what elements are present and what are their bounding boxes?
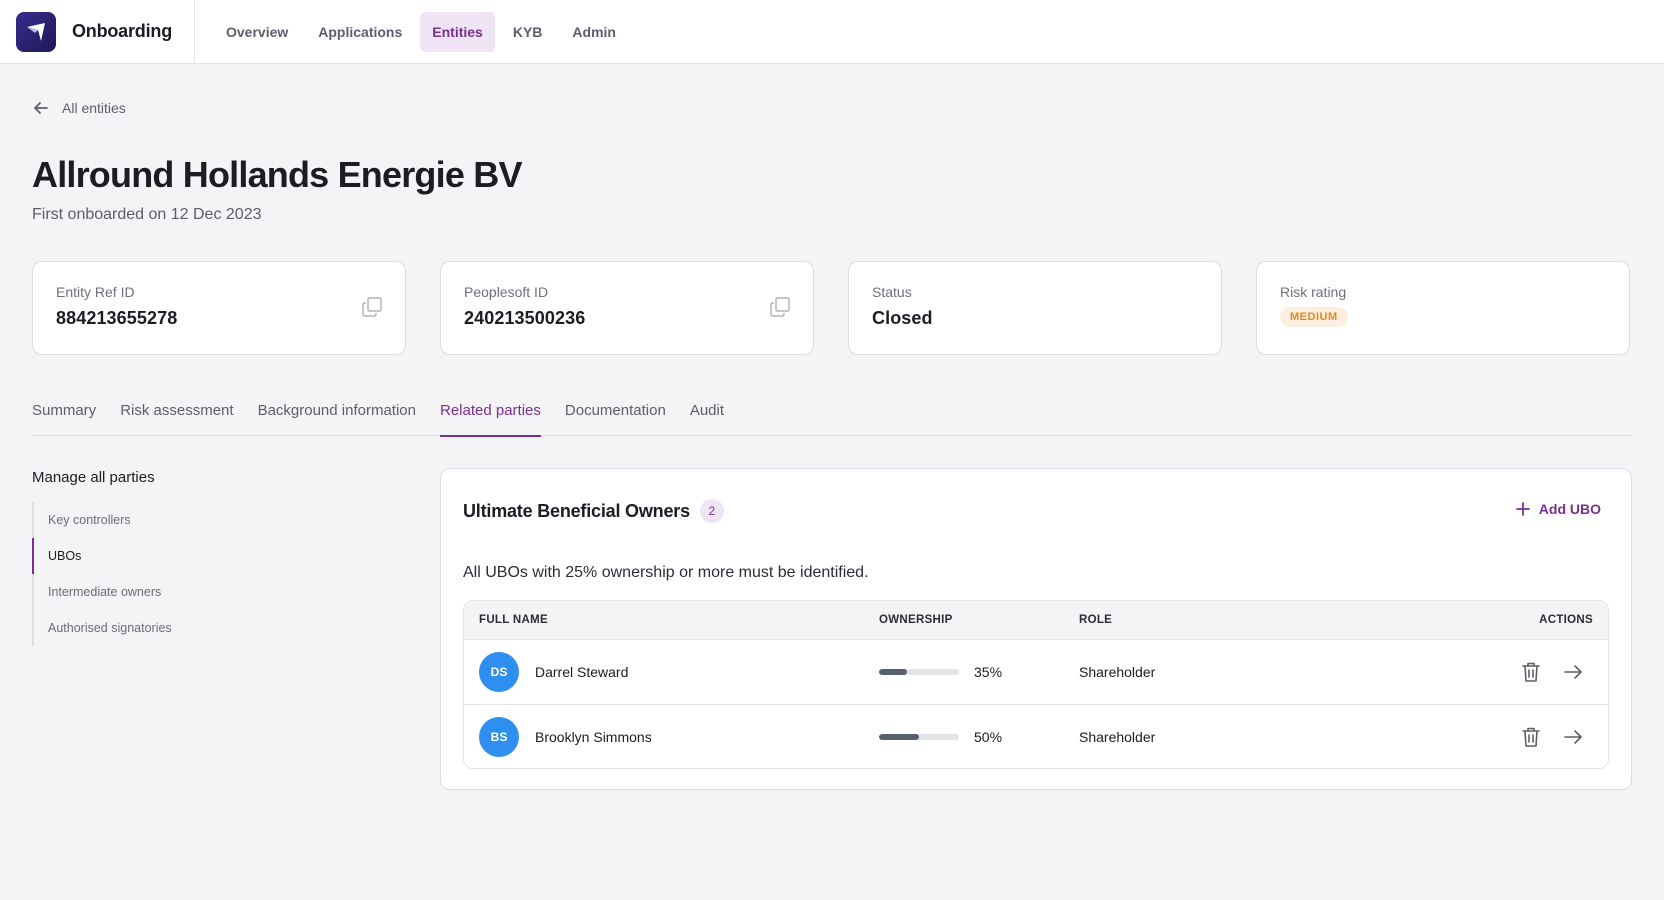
avatar: DS bbox=[479, 652, 519, 692]
status-value: Closed bbox=[872, 308, 933, 328]
card-label: Peoplesoft ID bbox=[464, 284, 549, 300]
side-item-ubos[interactable]: UBOs bbox=[32, 538, 332, 574]
ubo-panel: Ultimate Beneficial Owners 2 Add UBO All… bbox=[440, 468, 1632, 790]
side-item-key-controllers[interactable]: Key controllers bbox=[34, 502, 332, 538]
avatar: BS bbox=[479, 717, 519, 757]
card-entity-ref: Entity Ref ID 884213655278 bbox=[32, 261, 406, 355]
arrow-left-icon bbox=[34, 102, 48, 114]
nav-item-entities[interactable]: Entities bbox=[420, 11, 495, 52]
table-row[interactable]: BS Brooklyn Simmons 50% Shareholder bbox=[464, 704, 1608, 768]
back-link[interactable]: All entities bbox=[32, 96, 126, 120]
app-name: Onboarding bbox=[72, 21, 172, 41]
ubo-name: Brooklyn Simmons bbox=[535, 729, 652, 745]
side-item-intermediate-owners[interactable]: Intermediate owners bbox=[34, 574, 332, 610]
card-status: Status Closed bbox=[848, 261, 1222, 355]
table-header: FULL NAME OWNERSHIP ROLE ACTIONS bbox=[464, 601, 1608, 640]
tab-related-parties[interactable]: Related parties bbox=[440, 396, 541, 437]
ubo-description: All UBOs with 25% ownership or more must… bbox=[463, 564, 869, 581]
entity-tabs: Summary Risk assessment Background infor… bbox=[32, 396, 1632, 437]
nav-item-admin[interactable]: Admin bbox=[560, 12, 628, 52]
nav-item-kyb[interactable]: KYB bbox=[501, 12, 555, 52]
ubo-role: Shareholder bbox=[1079, 664, 1156, 680]
card-risk-rating: Risk rating MEDIUM bbox=[1256, 261, 1630, 355]
add-ubo-label: Add UBO bbox=[1538, 501, 1601, 517]
card-label: Status bbox=[872, 284, 912, 300]
app-logo-icon[interactable] bbox=[16, 11, 56, 52]
table-row[interactable]: DS Darrel Steward 35% Shareholder bbox=[464, 640, 1608, 704]
plus-icon bbox=[1515, 502, 1530, 516]
page-subtitle: First onboarded on 12 Dec 2023 bbox=[32, 206, 262, 223]
nav-item-applications[interactable]: Applications bbox=[306, 12, 414, 52]
ownership-value: 35% bbox=[974, 664, 1003, 680]
ownership-bar-fill bbox=[879, 734, 919, 740]
column-role: ROLE bbox=[1079, 614, 1113, 626]
top-navigation-bar: Onboarding Overview Applications Entitie… bbox=[0, 0, 1664, 64]
ubo-count-badge: 2 bbox=[699, 499, 724, 523]
main-nav: Overview Applications Entities KYB Admin bbox=[214, 11, 628, 52]
trash-icon[interactable] bbox=[1520, 725, 1542, 754]
ownership-bar bbox=[879, 734, 959, 740]
copy-icon[interactable] bbox=[361, 296, 383, 323]
side-menu-title: Manage all parties bbox=[32, 469, 155, 486]
tab-risk-assessment[interactable]: Risk assessment bbox=[120, 396, 233, 436]
side-item-authorised-signatories[interactable]: Authorised signatories bbox=[34, 610, 332, 646]
copy-icon[interactable] bbox=[769, 296, 791, 323]
tab-summary[interactable]: Summary bbox=[32, 396, 96, 436]
tab-documentation[interactable]: Documentation bbox=[565, 396, 666, 436]
ownership-value: 50% bbox=[974, 729, 1003, 745]
tab-audit[interactable]: Audit bbox=[690, 396, 724, 436]
arrow-right-icon[interactable] bbox=[1562, 660, 1584, 689]
card-label: Entity Ref ID bbox=[56, 284, 135, 300]
column-full-name: FULL NAME bbox=[479, 614, 548, 626]
ownership-bar-fill bbox=[879, 669, 907, 675]
trash-icon[interactable] bbox=[1520, 660, 1542, 689]
ubo-table: FULL NAME OWNERSHIP ROLE ACTIONS DS Darr… bbox=[463, 600, 1609, 769]
column-ownership: OWNERSHIP bbox=[879, 614, 953, 626]
page-title: Allround Hollands Energie BV bbox=[32, 154, 522, 195]
nav-item-overview[interactable]: Overview bbox=[214, 12, 300, 52]
ubo-name: Darrel Steward bbox=[535, 664, 629, 680]
card-label: Risk rating bbox=[1280, 284, 1347, 300]
tab-background-information[interactable]: Background information bbox=[258, 396, 416, 436]
arrow-right-icon[interactable] bbox=[1562, 725, 1584, 754]
ubo-panel-title: Ultimate Beneficial Owners bbox=[463, 500, 690, 521]
add-ubo-button[interactable]: Add UBO bbox=[1515, 501, 1601, 517]
entity-ref-value: 884213655278 bbox=[56, 308, 178, 328]
ownership-bar bbox=[879, 669, 959, 675]
brand: Onboarding bbox=[0, 0, 195, 64]
column-actions: ACTIONS bbox=[1539, 614, 1593, 626]
risk-rating-badge: MEDIUM bbox=[1280, 307, 1348, 327]
card-peoplesoft-id: Peoplesoft ID 240213500236 bbox=[440, 261, 814, 355]
side-menu: Key controllers UBOs Intermediate owners… bbox=[32, 502, 332, 646]
peoplesoft-id-value: 240213500236 bbox=[464, 308, 586, 328]
ubo-role: Shareholder bbox=[1079, 729, 1156, 745]
ubo-panel-header: Ultimate Beneficial Owners 2 bbox=[463, 499, 724, 523]
back-link-label: All entities bbox=[62, 100, 126, 116]
